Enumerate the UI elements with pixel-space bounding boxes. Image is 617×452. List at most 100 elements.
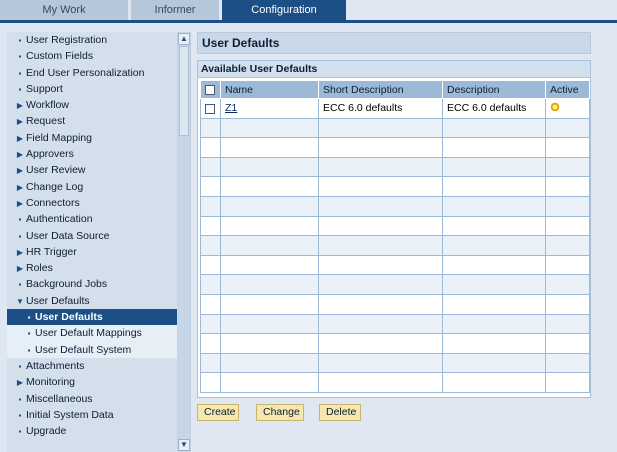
empty-cell <box>545 195 590 217</box>
sidebar-item-label: User Defaults <box>26 294 90 307</box>
expand-arrow-icon[interactable]: ▶ <box>14 163 26 179</box>
empty-cell <box>545 254 590 276</box>
bullet-icon: ▪ <box>18 280 22 290</box>
empty-table-row <box>200 195 590 217</box>
empty-cell <box>442 313 546 335</box>
column-header-active[interactable]: Active <box>545 80 590 99</box>
sidebar-item-authentication[interactable]: ▪ Authentication <box>7 211 177 227</box>
bullet-icon: ▪ <box>18 361 22 371</box>
expand-arrow-icon[interactable]: ▶ <box>14 131 26 147</box>
table-row[interactable]: Z1 ECC 6.0 defaults ECC 6.0 defaults <box>200 98 590 119</box>
bullet-icon: ▪ <box>18 215 22 225</box>
sidebar-item-label: User Default Mappings <box>35 327 142 340</box>
bullet-icon: ▪ <box>18 394 22 404</box>
empty-cell <box>442 352 546 374</box>
sidebar-item-request[interactable]: ▶ Request <box>7 113 177 129</box>
empty-cell <box>442 372 546 393</box>
sidebar-item-miscellaneous[interactable]: ▪ Miscellaneous <box>7 391 177 407</box>
sidebar-item-attachments[interactable]: ▪ Attachments <box>7 358 177 374</box>
sidebar-item-roles[interactable]: ▶ Roles <box>7 260 177 276</box>
row-select-cell[interactable] <box>200 98 221 119</box>
empty-cell <box>200 254 221 276</box>
expand-arrow-icon[interactable]: ▶ <box>14 245 26 261</box>
name-link[interactable]: Z1 <box>225 102 237 114</box>
column-header-description[interactable]: Description <box>442 80 546 99</box>
expand-arrow-icon[interactable]: ▶ <box>14 180 26 196</box>
empty-cell <box>545 176 590 197</box>
sidebar-item-approvers[interactable]: ▶ Approvers <box>7 146 177 162</box>
expand-arrow-icon[interactable]: ▶ <box>14 261 26 277</box>
sidebar-item-user-registration[interactable]: ▪ User Registration <box>7 32 177 48</box>
expand-arrow-icon[interactable]: ▶ <box>14 196 26 212</box>
empty-table-row <box>200 313 590 335</box>
sidebar-item-end-user-personalization[interactable]: ▪ End User Personalization <box>7 65 177 81</box>
row-checkbox[interactable] <box>205 103 215 114</box>
empty-table-row <box>200 372 590 393</box>
expand-arrow-icon[interactable]: ▶ <box>14 114 26 130</box>
empty-cell <box>200 176 221 197</box>
sidebar-item-change-log[interactable]: ▶ Change Log <box>7 179 177 195</box>
expand-arrow-icon[interactable]: ▶ <box>14 147 26 163</box>
sidebar-item-label: User Default System <box>35 343 132 356</box>
scroll-down-icon[interactable]: ▼ <box>178 439 190 451</box>
sidebar-item-field-mapping[interactable]: ▶ Field Mapping <box>7 130 177 146</box>
select-all-checkbox[interactable] <box>205 84 215 95</box>
empty-cell <box>220 352 319 374</box>
sidebar-item-upgrade[interactable]: ▪ Upgrade <box>7 423 177 439</box>
collapse-arrow-icon[interactable]: ▼ <box>14 294 26 310</box>
sidebar-item-user-data-source[interactable]: ▪ User Data Source <box>7 228 177 244</box>
empty-cell <box>318 293 443 315</box>
empty-cell <box>442 333 546 354</box>
sidebar-item-monitoring[interactable]: ▶ Monitoring <box>7 374 177 390</box>
sidebar-item-connectors[interactable]: ▶ Connectors <box>7 195 177 211</box>
tab-underline <box>0 20 617 23</box>
sidebar-scrollbar[interactable]: ▲ ▼ <box>177 32 190 452</box>
sidebar-item-initial-system-data[interactable]: ▪ Initial System Data <box>7 407 177 423</box>
sidebar-item-label: Custom Fields <box>26 50 94 63</box>
column-header-short-description[interactable]: Short Description <box>318 80 443 99</box>
sidebar-item-label: User Defaults <box>35 311 103 324</box>
sidebar-item-user-review[interactable]: ▶ User Review <box>7 162 177 178</box>
sidebar-item-background-jobs[interactable]: ▪ Background Jobs <box>7 276 177 292</box>
column-header-name[interactable]: Name <box>220 80 319 99</box>
empty-cell <box>442 274 546 295</box>
sidebar-item-user-default-system-sub[interactable]: ▪ User Default System <box>7 341 177 358</box>
sidebar-item-workflow[interactable]: ▶ Workflow <box>7 97 177 113</box>
empty-cell <box>200 195 221 217</box>
empty-cell <box>200 215 221 237</box>
bullet-icon: ▪ <box>18 68 22 78</box>
scroll-up-icon[interactable]: ▲ <box>178 33 190 45</box>
empty-cell <box>200 274 221 295</box>
empty-cell <box>200 313 221 335</box>
empty-cell <box>545 352 590 374</box>
sidebar-item-hr-trigger[interactable]: ▶ HR Trigger <box>7 244 177 260</box>
sidebar-item-support[interactable]: ▪ Support <box>7 81 177 97</box>
tab-informer[interactable]: Informer <box>131 0 219 20</box>
sidebar-item-label: Monitoring <box>26 376 76 389</box>
empty-cell <box>545 313 590 335</box>
tab-my-work[interactable]: My Work <box>0 0 128 20</box>
empty-cell <box>318 195 443 217</box>
scroll-thumb[interactable] <box>179 46 189 136</box>
create-button[interactable]: Create <box>197 404 239 421</box>
user-defaults-panel: Available User Defaults Name Short Descr… <box>197 60 591 398</box>
sidebar-item-user-defaults-sub[interactable]: ▪ User Defaults <box>7 309 177 326</box>
sidebar-item-label: Roles <box>26 262 53 275</box>
short-description-cell: ECC 6.0 defaults <box>318 98 443 119</box>
expand-arrow-icon[interactable]: ▶ <box>14 375 26 391</box>
empty-cell <box>545 235 590 256</box>
sidebar-item-custom-fields[interactable]: ▪ Custom Fields <box>7 48 177 64</box>
select-all-header[interactable] <box>200 80 221 99</box>
empty-cell <box>318 333 443 354</box>
sidebar-item-user-defaults[interactable]: ▼ User Defaults <box>7 293 177 309</box>
sidebar-item-label: User Review <box>26 164 86 177</box>
sidebar-item-label: Upgrade <box>26 425 67 438</box>
tab-configuration[interactable]: Configuration <box>222 0 346 20</box>
bullet-icon: ▪ <box>27 313 31 323</box>
empty-cell <box>318 372 443 393</box>
expand-arrow-icon[interactable]: ▶ <box>14 98 26 114</box>
delete-button[interactable]: Delete <box>319 404 361 421</box>
change-button[interactable]: Change <box>256 404 304 421</box>
sidebar-item-user-default-mappings-sub[interactable]: ▪ User Default Mappings <box>7 325 177 342</box>
empty-table-row <box>200 235 590 256</box>
